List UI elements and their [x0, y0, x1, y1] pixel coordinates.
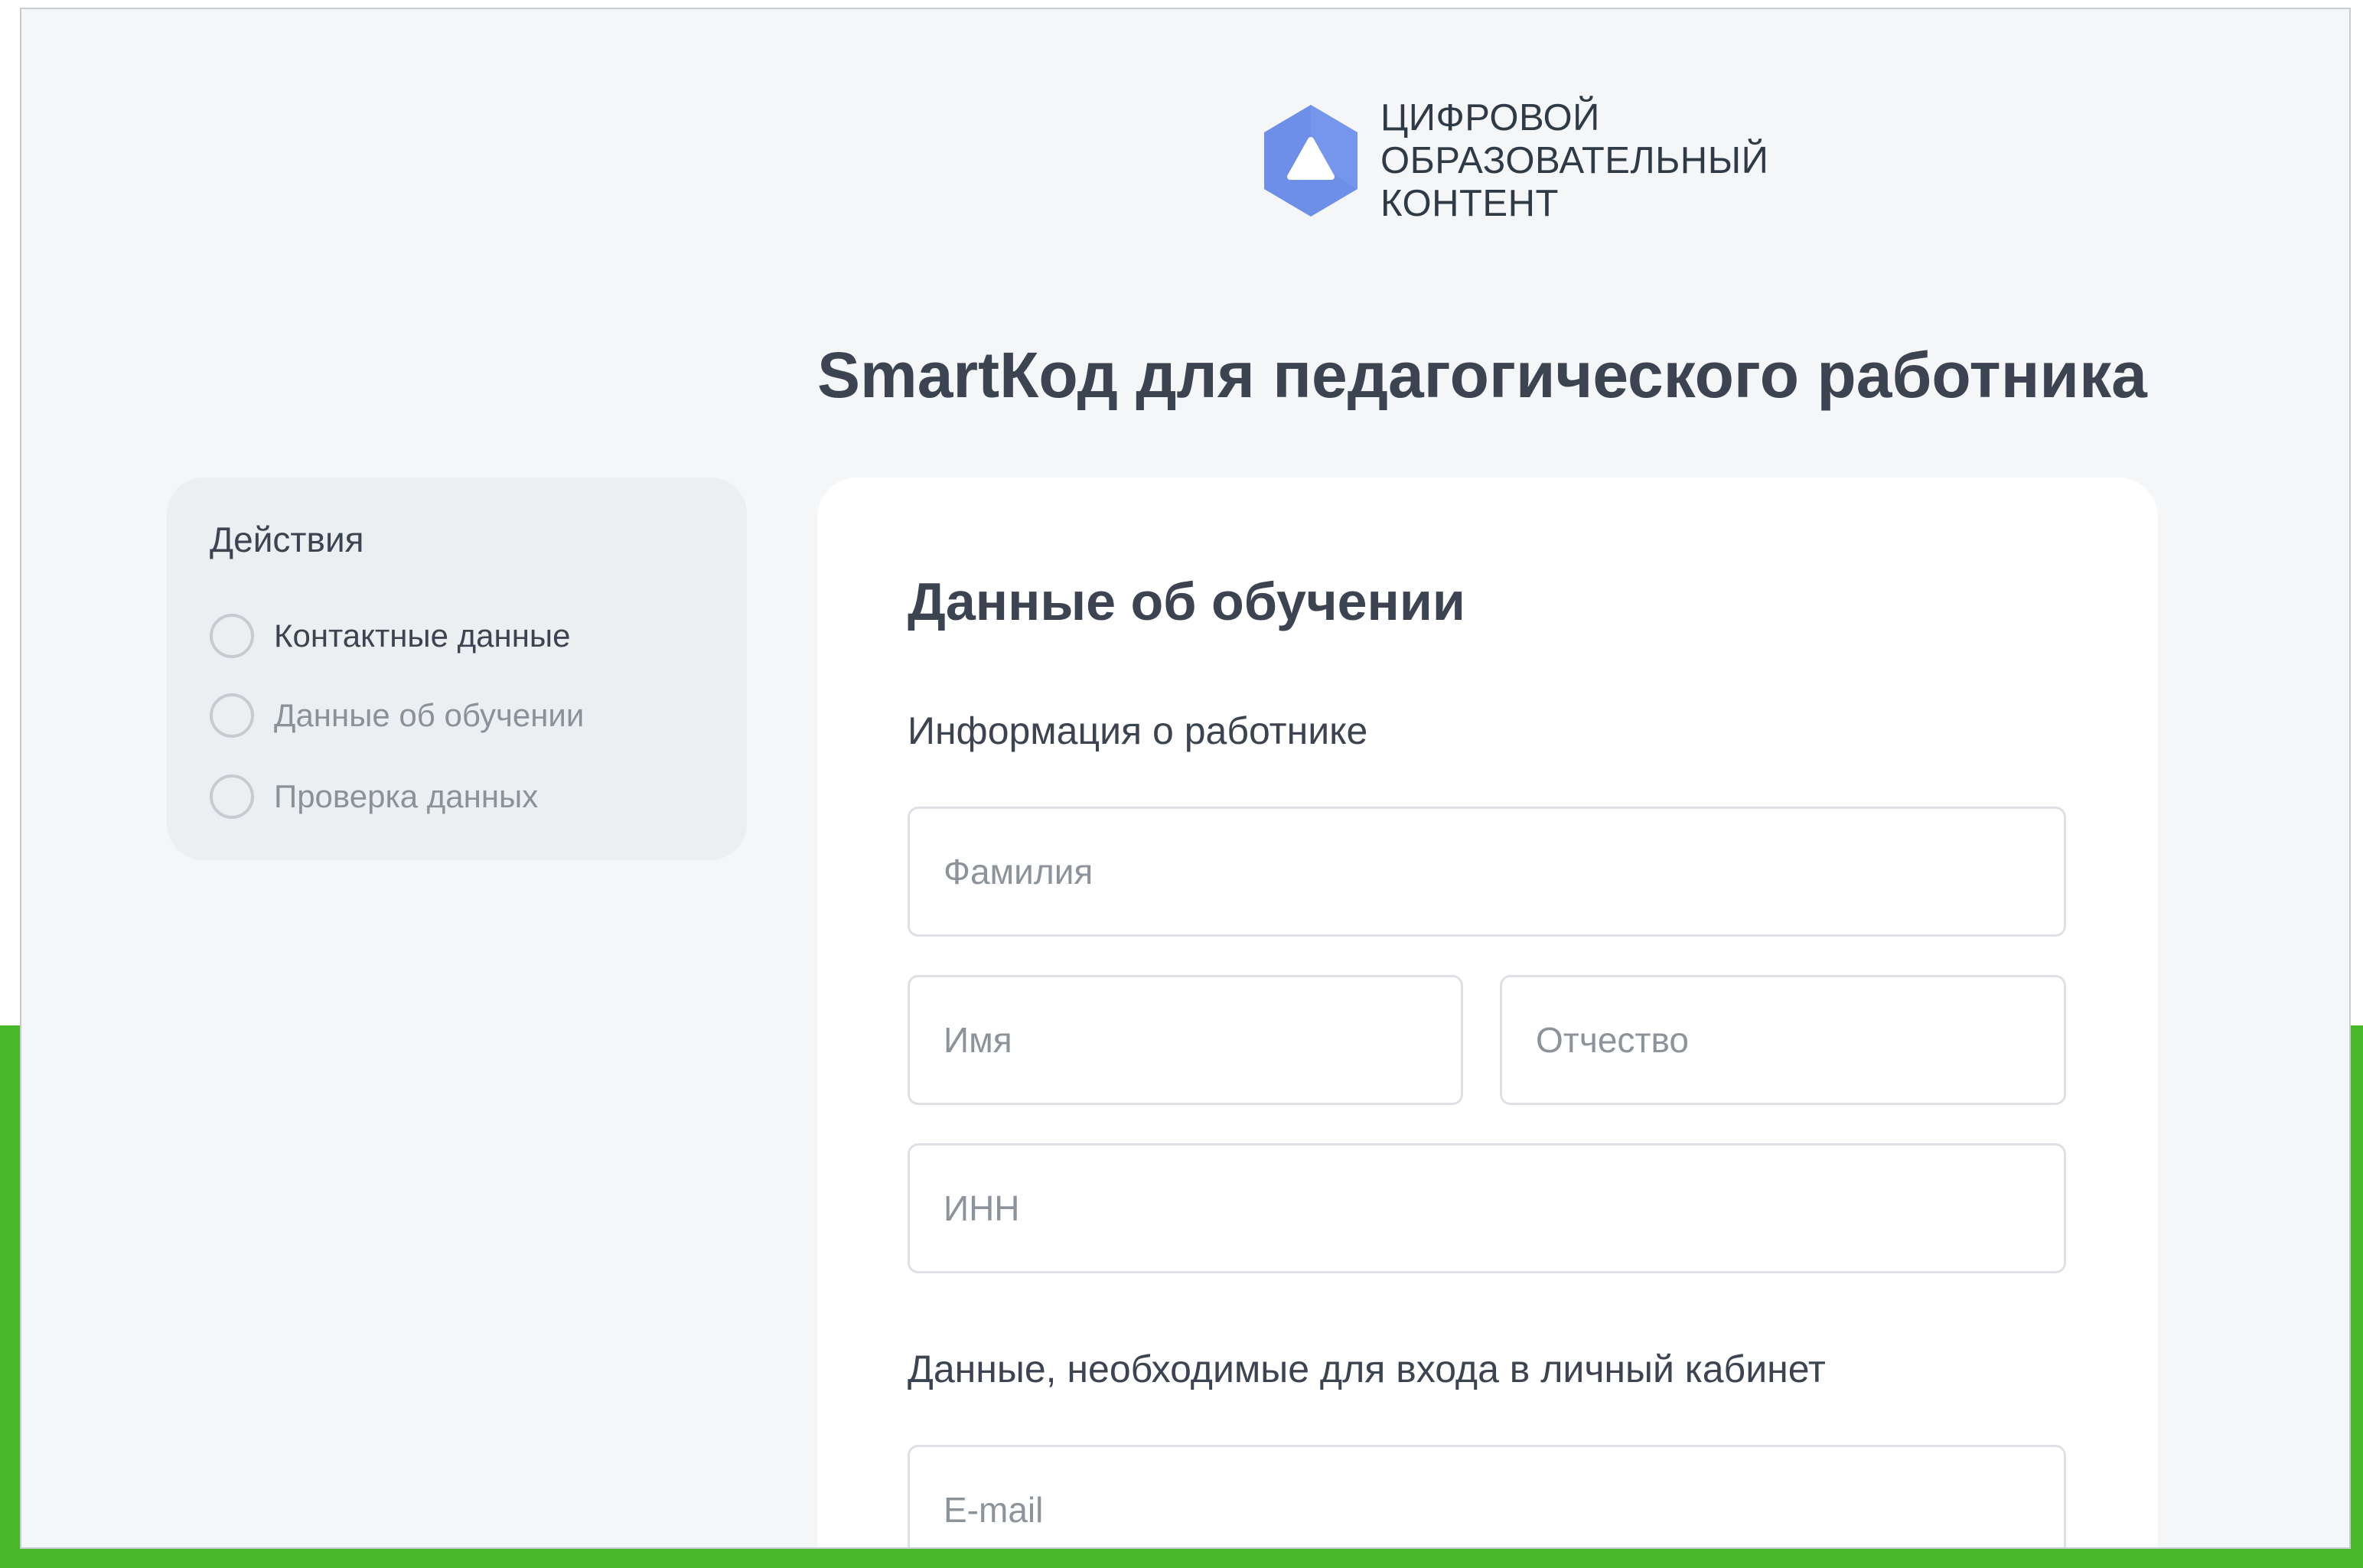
brand-line-3: КОНТЕНТ [1380, 183, 1559, 224]
name-input[interactable]: Имя [908, 975, 1463, 1105]
surname-input[interactable]: Фамилия [908, 807, 2066, 937]
brand-logo[interactable]: ЦИФРОВОЙ ОБРАЗОВАТЕЛЬНЫЙ КОНТЕНТ [1261, 92, 1768, 230]
step-label: Контактные данные [274, 618, 571, 654]
worker-info-heading: Информация о работнике [908, 709, 1368, 752]
step-radio[interactable] [210, 774, 254, 819]
browser-screen: ЦИФРОВОЙ ОБРАЗОВАТЕЛЬНЫЙ КОНТЕНТ SmartКо… [20, 8, 2351, 1549]
step-radio[interactable] [210, 614, 254, 658]
step-label: Проверка данных [274, 778, 539, 814]
brand-name: ЦИФРОВОЙ ОБРАЗОВАТЕЛЬНЫЙ КОНТЕНТ [1380, 96, 1768, 225]
step-label: Данные об обучении [274, 697, 585, 733]
hexagon-triangle-logo-icon [1264, 105, 1358, 217]
step-education-data[interactable]: Данные об обучении [210, 693, 584, 738]
login-data-heading: Данные, необходимые для входа в личный к… [908, 1348, 1826, 1390]
actions-sidebar: Действия Контактные данные Данные об обу… [167, 478, 747, 860]
step-radio[interactable] [210, 693, 254, 738]
sidebar-title: Действия [210, 520, 364, 559]
patronymic-input[interactable]: Отчество [1500, 975, 2066, 1105]
form-title: Данные об обучении [908, 572, 1465, 631]
brand-line-1: ЦИФРОВОЙ [1380, 97, 1600, 139]
step-contact-data[interactable]: Контактные данные [210, 614, 570, 658]
stage: ЦИФРОВОЙ ОБРАЗОВАТЕЛЬНЫЙ КОНТЕНТ SmartКо… [0, 0, 2363, 1568]
email-input[interactable]: E-mail [908, 1445, 2066, 1547]
step-data-check[interactable]: Проверка данных [210, 774, 538, 819]
inn-input[interactable]: ИНН [908, 1143, 2066, 1273]
brand-line-2: ОБРАЗОВАТЕЛЬНЫЙ [1380, 140, 1769, 181]
page-title: SmartКод для педагогического работника [817, 339, 2147, 411]
form-card: Данные об обучении Информация о работник… [817, 478, 2158, 1547]
